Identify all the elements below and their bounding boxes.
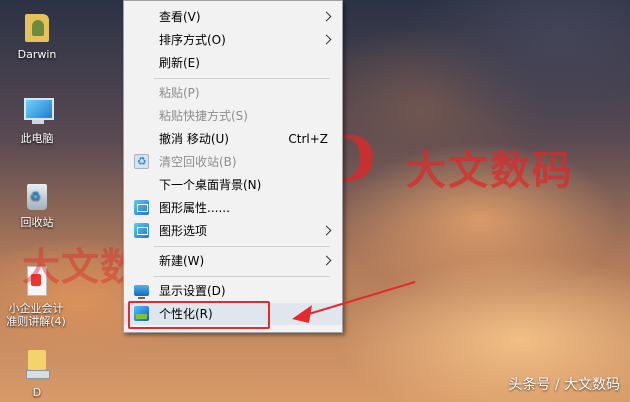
menu-item-paste-shortcut[interactable]: 粘贴快捷方式(S) (124, 105, 342, 127)
desktop-icon-darwin[interactable]: Darwin (2, 10, 72, 61)
display-icon (134, 285, 149, 299)
desktop-icon-drive-d[interactable]: D (2, 348, 72, 399)
graphics-icon (134, 200, 149, 215)
menu-item-next-background[interactable]: 下一个桌面背景(N) (124, 174, 342, 196)
menu-item-empty-recycle-bin[interactable]: 清空回收站(B) (124, 151, 342, 173)
desktop-icon-this-pc[interactable]: 此电脑 (2, 94, 72, 145)
menu-item-label: 显示设置(D) (159, 284, 226, 298)
this-pc-icon (20, 94, 54, 128)
menu-item-label: 粘贴(P) (159, 86, 200, 100)
desktop-icon-label: Darwin (17, 48, 57, 61)
desktop-icon-label: 此电脑 (20, 132, 54, 145)
menu-item-graphics-properties[interactable]: 图形属性...... (124, 197, 342, 219)
recycle-bin-icon (20, 178, 54, 212)
menu-item-view[interactable]: 查看(V) (124, 6, 342, 28)
desktop-icon-label-line2: 准则讲解(4) (6, 315, 66, 328)
menu-item-label: 清空回收站(B) (159, 155, 237, 169)
menu-item-label: 新建(W) (159, 254, 205, 268)
chevron-right-icon (322, 29, 332, 51)
menu-item-label: 图形属性...... (159, 201, 230, 215)
menu-separator (154, 246, 330, 247)
watermark-text: 大文数码 (406, 148, 574, 194)
desktop-icon-label-line1: 小企业会计 (8, 302, 64, 315)
desktop-icon-label: 回收站 (20, 216, 54, 229)
menu-item-new[interactable]: 新建(W) (124, 250, 342, 272)
menu-separator (154, 78, 330, 79)
user-folder-icon (20, 10, 54, 44)
menu-item-label: 图形选项 (159, 224, 208, 238)
menu-item-label: 撤消 移动(U) (159, 132, 229, 146)
menu-item-graphics-options[interactable]: 图形选项 (124, 220, 342, 242)
highlight-box (128, 301, 270, 329)
drive-icon (20, 348, 54, 382)
attribution-text: 头条号 / 大文数码 (508, 377, 620, 393)
menu-item-undo-move[interactable]: 撤消 移动(U) Ctrl+Z (124, 128, 342, 150)
chevron-right-icon (322, 220, 332, 242)
menu-item-label: 下一个桌面背景(N) (159, 178, 262, 192)
menu-item-shortcut: Ctrl+Z (288, 132, 328, 146)
menu-separator (154, 276, 330, 277)
recycle-bin-icon (134, 151, 149, 173)
desktop-icon-label: D (32, 386, 42, 399)
desktop-context-menu: 查看(V) 排序方式(O) 刷新(E) 粘贴(P) 粘贴快捷方式(S) 撤消 移… (123, 0, 343, 333)
chevron-right-icon (322, 6, 332, 28)
menu-item-refresh[interactable]: 刷新(E) (124, 52, 342, 74)
menu-item-label: 粘贴快捷方式(S) (159, 109, 248, 123)
menu-item-paste[interactable]: 粘贴(P) (124, 82, 342, 104)
menu-item-label: 查看(V) (159, 10, 201, 24)
menu-item-label: 排序方式(O) (159, 33, 226, 47)
watermark-logo: D 大文数码 (320, 128, 620, 198)
chevron-right-icon (322, 250, 332, 272)
menu-item-display-settings[interactable]: 显示设置(D) (124, 280, 342, 302)
graphics-icon (134, 223, 149, 238)
menu-item-label: 刷新(E) (159, 56, 200, 70)
menu-item-sort-by[interactable]: 排序方式(O) (124, 29, 342, 51)
desktop-icon-recycle-bin[interactable]: 回收站 (2, 178, 72, 229)
